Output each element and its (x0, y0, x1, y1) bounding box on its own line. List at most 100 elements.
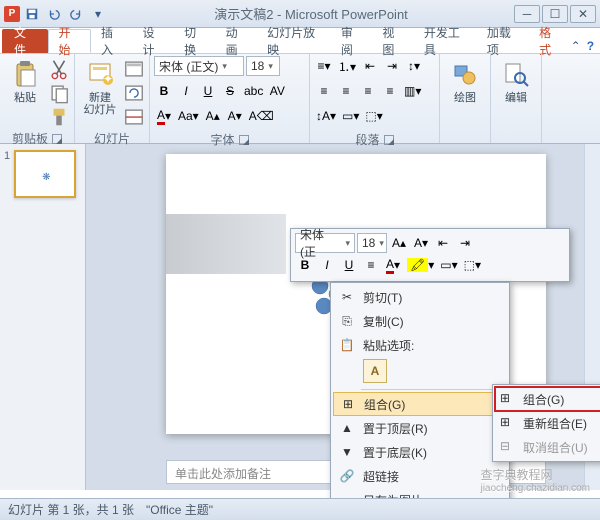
mini-italic-icon[interactable]: I (317, 255, 337, 275)
shadow-icon[interactable]: abc (242, 81, 265, 101)
paste-button[interactable]: 粘贴 (4, 56, 46, 106)
mini-size-combo[interactable]: 18▾ (357, 233, 387, 253)
tab-animation[interactable]: 动画 (216, 29, 258, 53)
section-icon[interactable] (123, 106, 145, 128)
underline-icon[interactable]: U (198, 81, 218, 101)
align-right-icon[interactable]: ≡ (358, 81, 378, 101)
status-bar: 幻灯片 第 1 张，共 1 张 "Office 主题" (0, 498, 600, 520)
ctx-copy[interactable]: ⎘复制(C) (333, 309, 507, 333)
slide-thumbnail[interactable]: ❋ (14, 150, 76, 198)
new-slide-icon: ✦ (84, 58, 116, 90)
mini-indent-inc-icon[interactable]: ⇥ (455, 233, 475, 253)
smartart-icon[interactable]: ⬚▾ (363, 106, 384, 126)
indent-dec-icon[interactable]: ⇤ (360, 56, 380, 76)
paste-icon: 📋 (339, 337, 355, 353)
copy-icon: ⎘ (339, 313, 355, 329)
minimize-ribbon-icon[interactable]: ⌃ (571, 39, 581, 53)
mini-bold-icon[interactable]: B (295, 255, 315, 275)
cut-icon[interactable] (48, 58, 70, 80)
paragraph-launcher[interactable] (384, 135, 394, 145)
align-center-icon[interactable]: ≡ (336, 81, 356, 101)
justify-icon[interactable]: ≡ (380, 81, 400, 101)
mini-outline-icon[interactable]: ▭▾ (438, 255, 459, 275)
bold-icon[interactable]: B (154, 81, 174, 101)
new-slide-button[interactable]: ✦ 新建 幻灯片 (79, 56, 121, 118)
minimize-button[interactable]: ─ (514, 5, 540, 23)
window-controls: ─ ☐ ✕ (514, 5, 600, 23)
save-icon[interactable] (22, 4, 42, 24)
mini-grow-icon[interactable]: A▴ (389, 233, 409, 253)
sub-group[interactable]: ⊞组合(G) (495, 387, 600, 411)
mini-arrange-icon[interactable]: ⬚▾ (462, 255, 483, 275)
font-name-combo[interactable]: 宋体 (正文)▾ (154, 56, 244, 76)
status-slide-count: 幻灯片 第 1 张，共 1 张 (8, 501, 134, 518)
mini-indent-dec-icon[interactable]: ⇤ (433, 233, 453, 253)
ribbon-tabs: 文件 开始 插入 设计 切换 动画 幻灯片放映 审阅 视图 开发工具 加载项 格… (0, 28, 600, 54)
tab-home[interactable]: 开始 (48, 29, 92, 53)
mini-align-icon[interactable]: ≡ (361, 255, 381, 275)
reset-icon[interactable] (123, 82, 145, 104)
group-slides: ✦ 新建 幻灯片 幻灯片 (75, 54, 150, 143)
qat-dropdown-icon[interactable]: ▾ (88, 4, 108, 24)
tab-file[interactable]: 文件 (2, 29, 48, 53)
tab-view[interactable]: 视图 (372, 29, 414, 53)
italic-icon[interactable]: I (176, 81, 196, 101)
mini-font-combo[interactable]: 宋体 (正▾ (295, 233, 355, 253)
align-text-icon[interactable]: ▭▾ (340, 106, 361, 126)
ctx-group[interactable]: ⊞组合(G)▸ (333, 392, 507, 416)
align-left-icon[interactable]: ≡ (314, 81, 334, 101)
tab-format[interactable]: 格式 (529, 29, 571, 53)
tab-transition[interactable]: 切换 (174, 29, 216, 53)
tab-developer[interactable]: 开发工具 (414, 29, 477, 53)
layout-icon[interactable] (123, 58, 145, 80)
tab-insert[interactable]: 插入 (91, 29, 133, 53)
ctx-send-back[interactable]: ▼置于底层(K)▸ (333, 440, 507, 464)
grow-font-icon[interactable]: A▴ (203, 106, 223, 126)
mini-underline-icon[interactable]: U (339, 255, 359, 275)
line-spacing-icon[interactable]: ↕▾ (404, 56, 424, 76)
tab-slideshow[interactable]: 幻灯片放映 (257, 29, 331, 53)
mini-fill-icon[interactable]: 🖍▾ (405, 255, 436, 275)
mini-color-icon[interactable]: A▾ (383, 255, 403, 275)
sub-regroup[interactable]: ⊞重新组合(E) (495, 411, 600, 435)
group-submenu: ⊞组合(G) ⊞重新组合(E) ⊟取消组合(U) (492, 384, 600, 462)
change-case-icon[interactable]: Aa▾ (176, 106, 201, 126)
thumb-number: 1 (4, 150, 10, 198)
redo-icon[interactable] (66, 4, 86, 24)
shape-rectangle[interactable] (166, 214, 286, 274)
numbering-icon[interactable]: ⒈▾ (336, 56, 358, 76)
columns-icon[interactable]: ▥▾ (402, 81, 423, 101)
font-size-combo[interactable]: 18▾ (246, 56, 280, 76)
copy-icon[interactable] (48, 82, 70, 104)
clipboard-launcher[interactable] (52, 134, 62, 144)
help-icon[interactable]: ? (587, 39, 594, 53)
shrink-font-icon[interactable]: A▾ (225, 106, 245, 126)
app-icon: P (4, 6, 20, 22)
undo-icon[interactable] (44, 4, 64, 24)
new-slide-label: 新建 幻灯片 (84, 92, 117, 116)
font-color-icon[interactable]: A▾ (154, 106, 174, 126)
text-direction-icon[interactable]: ↕A▾ (314, 106, 338, 126)
paste-option-keep-text[interactable]: A (363, 359, 387, 383)
tab-review[interactable]: 审阅 (331, 29, 373, 53)
indent-inc-icon[interactable]: ⇥ (382, 56, 402, 76)
ctx-cut[interactable]: ✂剪切(T) (333, 285, 507, 309)
tab-design[interactable]: 设计 (133, 29, 175, 53)
bullets-icon[interactable]: ≡▾ (314, 56, 334, 76)
spacing-icon[interactable]: AV (267, 81, 287, 101)
font-launcher[interactable] (239, 135, 249, 145)
strike-icon[interactable]: S (220, 81, 240, 101)
maximize-button[interactable]: ☐ (542, 5, 568, 23)
thumbnail-pane: 1 ❋ (0, 144, 86, 490)
ctx-bring-front[interactable]: ▲置于顶层(R)▸ (333, 416, 507, 440)
format-painter-icon[interactable] (48, 106, 70, 128)
close-button[interactable]: ✕ (570, 5, 596, 23)
mini-shrink-icon[interactable]: A▾ (411, 233, 431, 253)
group-clipboard: 粘贴 剪贴板 (0, 54, 75, 143)
drawing-button[interactable]: 绘图 (444, 56, 486, 106)
drawing-icon (449, 58, 481, 90)
cut-icon: ✂ (339, 289, 355, 305)
tab-addins[interactable]: 加载项 (477, 29, 529, 53)
editing-button[interactable]: 编辑 (495, 56, 537, 106)
clear-format-icon[interactable]: A⌫ (247, 106, 276, 126)
